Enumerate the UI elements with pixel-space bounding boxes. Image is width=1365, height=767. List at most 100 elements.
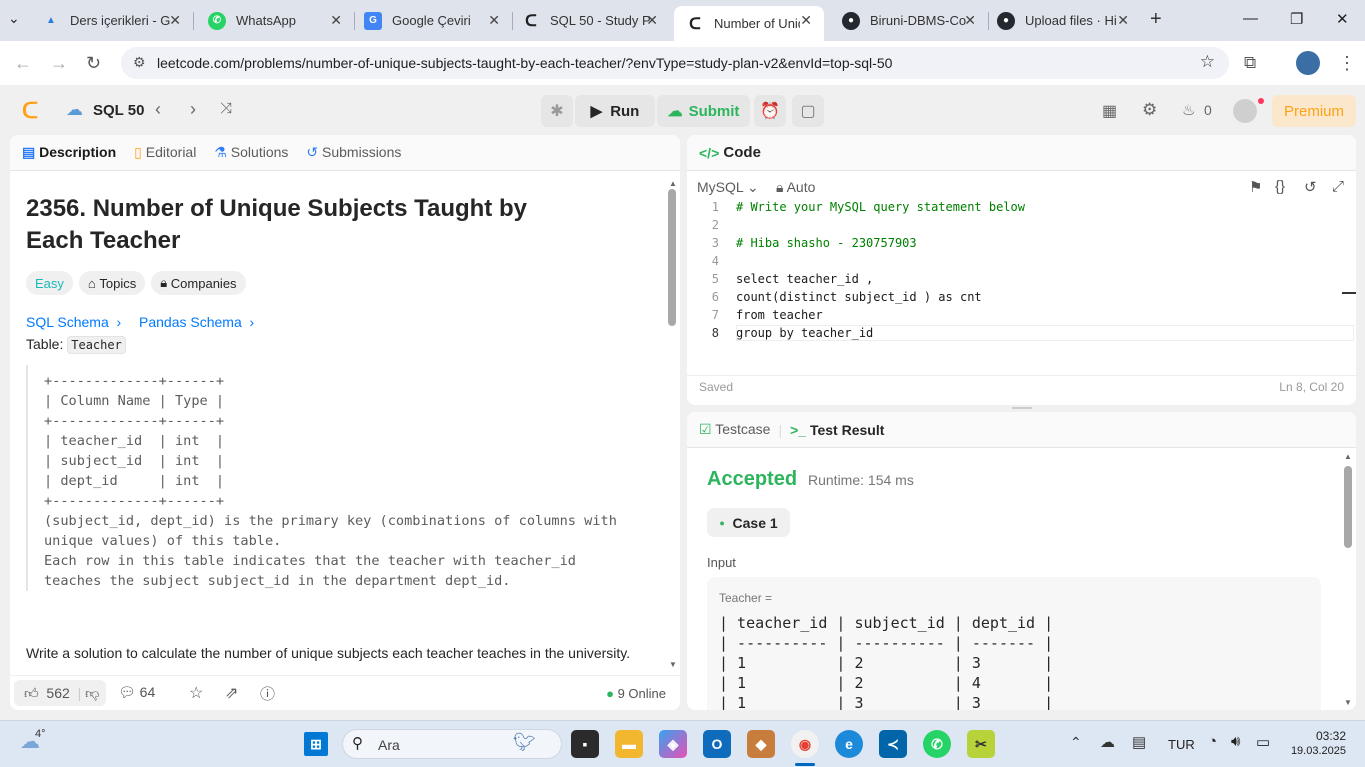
tab-submissions[interactable]: ↺ Submissions xyxy=(306,144,401,161)
tab-test-result[interactable]: >_ Test Result xyxy=(790,422,884,438)
forward-icon[interactable]: → xyxy=(50,53,68,74)
chrome-icon[interactable]: ◉ xyxy=(791,730,819,758)
new-tab-icon[interactable]: + xyxy=(1150,8,1162,31)
reload-icon[interactable]: ↻ xyxy=(86,53,101,74)
case-1-tab[interactable]: ● Case 1 xyxy=(707,508,790,537)
leetcode-logo[interactable]: ᑕ xyxy=(22,98,38,124)
tray-app-icon[interactable]: ▤ xyxy=(1132,733,1146,751)
close-tab-icon[interactable]: ✕ xyxy=(646,12,658,29)
submit-button[interactable]: ☁ Submit xyxy=(657,95,750,127)
copilot-icon[interactable]: ◈ xyxy=(659,730,687,758)
code-line[interactable]: 6 count(distinct subject_id ) as cnt xyxy=(687,288,1356,306)
scrollbar-thumb[interactable] xyxy=(668,189,676,326)
profile-avatar[interactable] xyxy=(1296,51,1320,75)
tab-testcase[interactable]: ☑ Testcase xyxy=(699,421,770,438)
scrollbar-thumb[interactable] xyxy=(1344,466,1352,548)
favorite-star-icon[interactable]: ☆ xyxy=(189,683,203,703)
auto-toggle[interactable]: 🔒︎ Auto xyxy=(776,179,815,196)
tab-description[interactable]: ▤ Description xyxy=(22,144,116,161)
topics-button[interactable]: ⌂ Topics xyxy=(78,271,146,295)
bookmark-icon[interactable]: ⚑ xyxy=(1249,178,1262,196)
result-scrollbar[interactable]: ▲ ▼ xyxy=(1343,450,1353,710)
help-icon[interactable]: ⓘ xyxy=(260,683,275,704)
scrollbar[interactable]: ▲ ▼ xyxy=(667,173,677,673)
settings-icon[interactable]: ⚙ xyxy=(1142,100,1157,120)
taskbar-search[interactable]: ⚲ Ara 🐦︎ xyxy=(342,729,562,759)
close-tab-icon[interactable]: ✕ xyxy=(800,12,812,29)
format-braces-icon[interactable]: {} xyxy=(1275,178,1285,195)
panel-resize-handle[interactable] xyxy=(1012,407,1032,409)
bookmark-star-icon[interactable]: ☆ xyxy=(1200,52,1215,72)
maximize-icon[interactable]: ❐ xyxy=(1290,10,1303,28)
vscode-icon[interactable]: ≺ xyxy=(879,730,907,758)
browser-tab[interactable]: ▲ Ders içerikleri - G ✕ xyxy=(30,0,193,41)
layout-icon[interactable]: ▦ xyxy=(1102,101,1117,121)
clock-date[interactable]: 19.03.2025 xyxy=(1288,745,1346,757)
code-line[interactable]: 5 select teacher_id , xyxy=(687,270,1356,288)
extensions-icon[interactable]: ⧉ xyxy=(1244,53,1256,73)
close-tab-icon[interactable]: ✕ xyxy=(488,12,500,29)
edge-icon[interactable]: e xyxy=(835,730,863,758)
tab-solutions[interactable]: ⚗ Solutions xyxy=(214,144,288,161)
browser-tab[interactable]: ᑕ SQL 50 - Study P ✕ xyxy=(510,0,670,41)
whatsapp-icon[interactable]: ✆ xyxy=(923,730,951,758)
streak-icon[interactable]: ♨ xyxy=(1182,101,1195,119)
onedrive-icon[interactable]: ☁ xyxy=(1100,733,1115,751)
url-field[interactable]: ⚙ leetcode.com/problems/number-of-unique… xyxy=(121,47,1229,79)
premium-button[interactable]: Premium xyxy=(1272,95,1356,127)
close-window-icon[interactable]: ✕ xyxy=(1336,10,1349,28)
reset-icon[interactable]: ↺ xyxy=(1304,178,1317,196)
sql-schema-link[interactable]: SQL Schema › xyxy=(26,314,121,330)
timer-icon[interactable]: ⏰ xyxy=(754,95,786,127)
debug-icon[interactable]: ✱ xyxy=(541,95,573,127)
notes-icon[interactable]: ▢ xyxy=(792,95,824,127)
next-problem-icon[interactable]: › xyxy=(190,99,196,120)
code-editor[interactable]: 1 # Write your MySQL query statement belo… xyxy=(687,198,1356,342)
scroll-up-icon[interactable]: ▲ xyxy=(1344,452,1352,461)
vertical-resize-handle[interactable] xyxy=(682,135,684,710)
browser-menu-icon[interactable]: ⋮ xyxy=(1338,53,1356,74)
minimize-icon[interactable]: — xyxy=(1243,10,1258,27)
browser-tab[interactable]: ● Upload files · Hi ✕ xyxy=(985,0,1141,41)
scroll-down-icon[interactable]: ▼ xyxy=(669,660,677,669)
run-button[interactable]: ▶ Run xyxy=(575,95,655,127)
battery-icon[interactable]: ▭ xyxy=(1256,733,1270,751)
tray-chevron-icon[interactable]: ⌃ xyxy=(1070,734,1082,751)
code-line[interactable]: 1 # Write your MySQL query statement belo… xyxy=(687,198,1356,216)
thumbs-down-icon[interactable]: 👎︎ xyxy=(85,685,99,702)
comments-button[interactable]: 💬︎ 64 xyxy=(118,684,155,701)
scroll-up-icon[interactable]: ▲ xyxy=(669,179,677,188)
snipping-tool-icon[interactable]: ✂ xyxy=(967,730,995,758)
task-view-icon[interactable]: ▪ xyxy=(571,730,599,758)
wifi-icon[interactable]: ◔ xyxy=(1208,733,1217,750)
share-icon[interactable]: ⇗ xyxy=(225,683,238,703)
code-line[interactable]: 2 xyxy=(687,216,1356,234)
fullscreen-icon[interactable]: ⤢ xyxy=(1332,178,1344,195)
stack-icon[interactable]: ◆ xyxy=(747,730,775,758)
plan-title[interactable]: SQL 50 xyxy=(93,102,144,119)
companies-button[interactable]: 🔒︎ Companies xyxy=(151,271,246,295)
site-info-icon[interactable]: ⚙ xyxy=(133,54,146,71)
tab-editorial[interactable]: ▯ Editorial xyxy=(134,144,196,161)
close-tab-icon[interactable]: ✕ xyxy=(964,12,976,29)
user-avatar[interactable] xyxy=(1233,99,1257,123)
browser-tab[interactable]: ✆ WhatsApp ✕ xyxy=(196,0,354,41)
volume-icon[interactable]: 🔊︎ xyxy=(1231,733,1240,750)
close-tab-icon[interactable]: ✕ xyxy=(169,12,181,29)
start-icon[interactable]: ⊞ xyxy=(304,732,328,756)
scroll-down-icon[interactable]: ▼ xyxy=(1344,698,1352,707)
code-line[interactable]: 3 # Hiba shasho - 230757903 xyxy=(687,234,1356,252)
clock-time[interactable]: 03:32 xyxy=(1302,729,1346,743)
code-line[interactable]: 4 xyxy=(687,252,1356,270)
close-tab-icon[interactable]: ✕ xyxy=(1117,12,1129,29)
like-button[interactable]: 👍︎ 562 | 👎︎ xyxy=(14,680,106,706)
back-icon[interactable]: ← xyxy=(14,53,32,74)
outlook-icon[interactable]: O xyxy=(703,730,731,758)
close-tab-icon[interactable]: ✕ xyxy=(330,12,342,29)
file-explorer-icon[interactable]: ▬ xyxy=(615,730,643,758)
shuffle-icon[interactable]: ⤨ xyxy=(220,100,232,117)
prev-problem-icon[interactable]: ‹ xyxy=(155,99,161,120)
code-line[interactable]: 7 from teacher xyxy=(687,306,1356,324)
browser-tab[interactable]: ● Biruni-DBMS-Co ✕ xyxy=(830,0,988,41)
language-indicator[interactable]: TUR xyxy=(1168,737,1195,752)
